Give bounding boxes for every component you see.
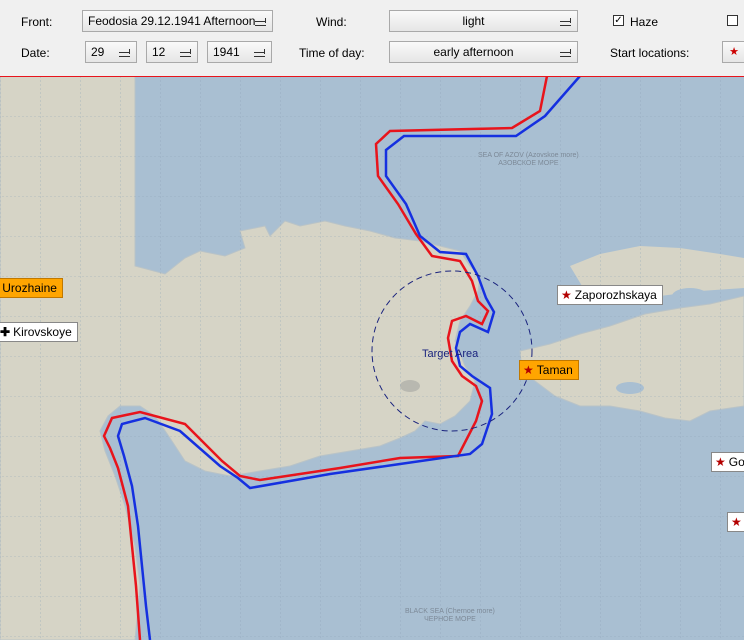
start-locations-button[interactable]: ★ — [722, 41, 744, 63]
mission-map[interactable]: SEA OF AZOV (Azovskoe more) АЗОВСКОЕ МОР… — [0, 76, 744, 640]
dropdown-arrow-icon — [560, 18, 571, 26]
mission-toolbar: Front: Feodosia 29.12.1941 Afternoon Win… — [0, 0, 744, 76]
front-value: Feodosia 29.12.1941 Afternoon — [88, 14, 256, 28]
date-month-dropdown[interactable]: 12 — [146, 41, 198, 63]
date-year-value: 1941 — [213, 45, 240, 59]
front-dropdown[interactable]: Feodosia 29.12.1941 Afternoon — [82, 10, 273, 32]
time-of-day-dropdown[interactable]: early afternoon — [389, 41, 578, 63]
date-day-dropdown[interactable]: 29 — [85, 41, 137, 63]
wind-dropdown[interactable]: light — [389, 10, 578, 32]
map-canvas — [0, 76, 744, 640]
wind-value: light — [462, 14, 485, 28]
location-kirovskoye[interactable]: ✚ Kirovskoye — [0, 322, 78, 342]
date-month-value: 12 — [152, 45, 166, 59]
time-of-day-value: early afternoon — [433, 45, 514, 59]
wind-label: Wind: — [316, 15, 347, 29]
time-of-day-label: Time of day: — [299, 46, 365, 60]
star-icon: ★ — [731, 515, 742, 529]
sea-of-azov-label: SEA OF AZOV (Azovskoe more) АЗОВСКОЕ МОР… — [478, 152, 579, 167]
dropdown-arrow-icon — [254, 49, 265, 57]
front-label: Front: — [21, 15, 53, 29]
target-area-label: Target Area — [422, 348, 479, 360]
black-sea-label: BLACK SEA (Chernoe more) ЧЕРНОЕ МОРЕ — [405, 608, 495, 623]
option-checkbox[interactable] — [727, 15, 738, 26]
dropdown-arrow-icon — [560, 49, 571, 57]
star-icon: ★ — [523, 363, 534, 377]
haze-label: Haze — [630, 15, 659, 29]
star-icon: ★ — [715, 455, 726, 469]
date-label: Date: — [21, 46, 50, 60]
location-go[interactable]: ★ Go — [711, 452, 744, 472]
checkmark-icon: ✓ — [614, 15, 623, 26]
dropdown-arrow-icon — [119, 49, 130, 57]
star-icon: ★ — [729, 46, 739, 58]
dropdown-arrow-icon — [255, 18, 266, 26]
dropdown-arrow-icon — [180, 49, 191, 57]
location-taman[interactable]: ★ Taman — [519, 360, 579, 380]
date-year-dropdown[interactable]: 1941 — [207, 41, 272, 63]
location-urozhaine[interactable]: ●Urozhaine — [0, 278, 63, 298]
star-icon: ★ — [561, 288, 572, 302]
haze-checkbox[interactable]: ✓ — [613, 15, 624, 26]
location-unnamed[interactable]: ★ — [727, 512, 744, 532]
location-zaporozhskaya[interactable]: ★ Zaporozhskaya — [557, 285, 663, 305]
plus-icon: ✚ — [0, 325, 11, 339]
start-locations-label: Start locations: — [610, 46, 690, 60]
date-day-value: 29 — [91, 45, 105, 59]
